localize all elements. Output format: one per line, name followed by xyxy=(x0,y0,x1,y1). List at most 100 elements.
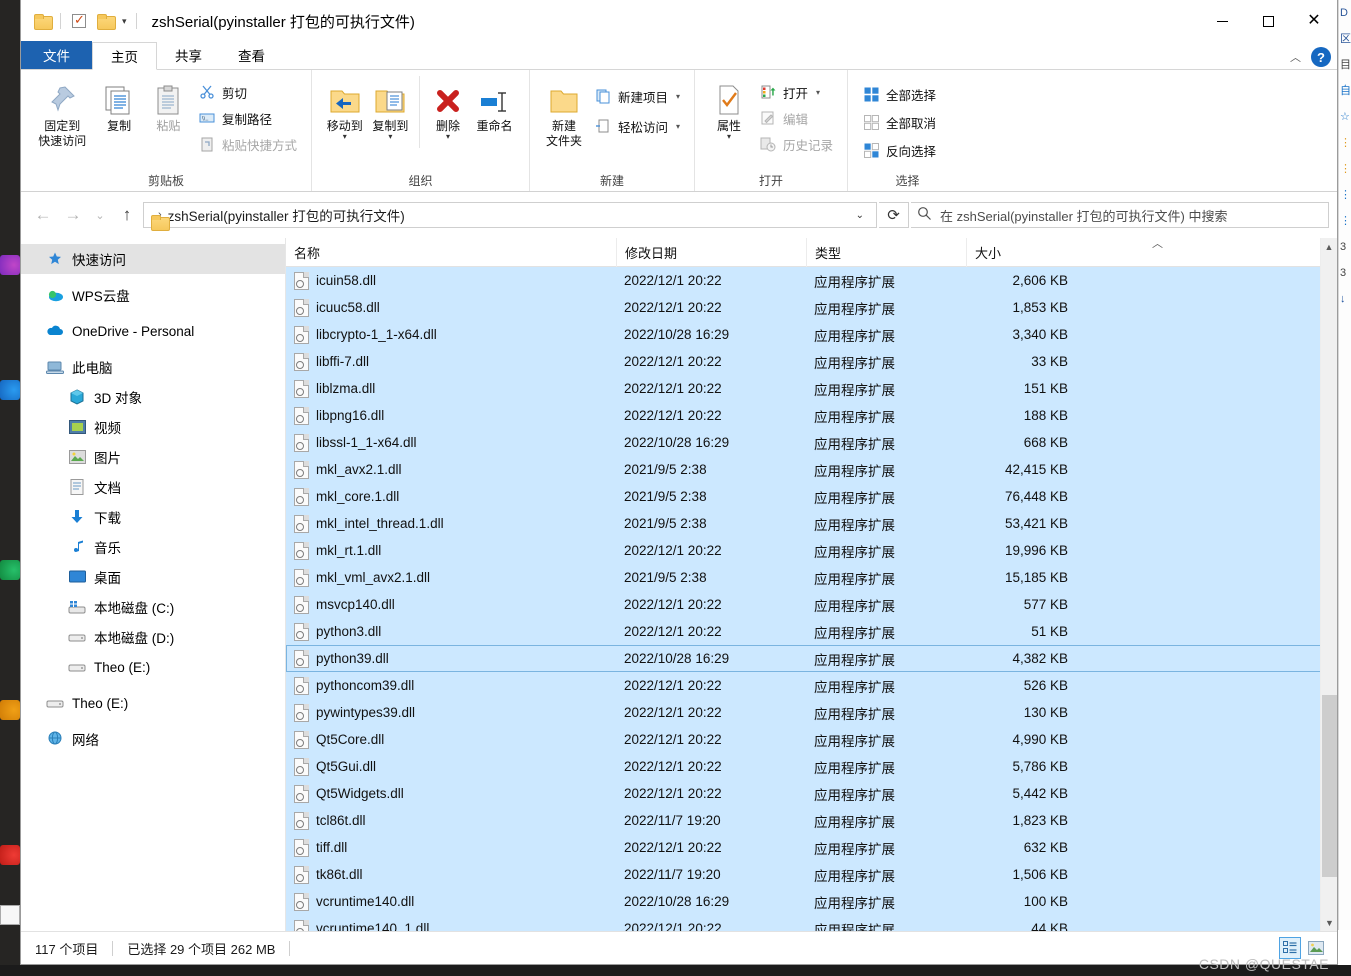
breadcrumb[interactable]: zshSerial(pyinstaller 打包的可执行文件) xyxy=(168,205,405,225)
table-row[interactable]: pywintypes39.dll 2022/12/1 20:22 应用程序扩展 130… xyxy=(286,699,1337,726)
table-row[interactable]: vcruntime140.dll 2022/10/28 16:29 应用程序扩展 10… xyxy=(286,888,1337,915)
table-row[interactable]: mkl_avx2.1.dll 2021/9/5 2:38 应用程序扩展 42,415 … xyxy=(286,456,1337,483)
table-row[interactable]: tcl86t.dll 2022/11/7 19:20 应用程序扩展 1,823 KB xyxy=(286,807,1337,834)
column-header-date[interactable]: 修改日期 xyxy=(616,237,806,267)
table-row[interactable]: python3.dll 2022/12/1 20:22 应用程序扩展 51 KB xyxy=(286,618,1337,645)
sidebar-item-this-pc[interactable]: 此电脑 xyxy=(21,352,285,382)
sidebar-item-documents[interactable]: 文档 xyxy=(21,472,285,502)
tab-view[interactable]: 查看 xyxy=(220,41,283,69)
sidebar-item-local-disk-c[interactable]: 本地磁盘 (C:) xyxy=(21,592,285,622)
column-header-size[interactable]: 大小 xyxy=(966,237,1076,267)
back-button[interactable]: ← xyxy=(29,201,57,229)
table-row[interactable]: Qt5Widgets.dll 2022/12/1 20:22 应用程序扩展 5,442… xyxy=(286,780,1337,807)
close-button[interactable]: ✕ xyxy=(1291,0,1337,42)
table-row[interactable]: icuin58.dll 2022/12/1 20:22 应用程序扩展 2,606 KB xyxy=(286,267,1337,294)
table-row[interactable]: Qt5Core.dll 2022/12/1 20:22 应用程序扩展 4,990 KB xyxy=(286,726,1337,753)
table-row[interactable]: mkl_rt.1.dll 2022/12/1 20:22 应用程序扩展 19,996 … xyxy=(286,537,1337,564)
scroll-up-arrow[interactable]: ▲ xyxy=(1321,238,1337,255)
tab-share[interactable]: 共享 xyxy=(157,41,220,69)
select-all-button[interactable]: 全部选择 xyxy=(858,82,940,106)
table-row[interactable]: pythoncom39.dll 2022/12/1 20:22 应用程序扩展 526 … xyxy=(286,672,1337,699)
copy-button[interactable]: 复制 xyxy=(95,76,142,134)
up-button[interactable]: ↑ xyxy=(113,201,141,229)
sidebar-item-music[interactable]: 音乐 xyxy=(21,532,285,562)
properties-checkbox-icon[interactable] xyxy=(66,8,92,34)
sidebar-item-downloads[interactable]: 下载 xyxy=(21,502,285,532)
table-row[interactable]: mkl_vml_avx2.1.dll 2021/9/5 2:38 应用程序扩展 15,… xyxy=(286,564,1337,591)
move-to-button[interactable]: 移动到 ▾ xyxy=(322,76,368,141)
table-row[interactable]: icuuc58.dll 2022/12/1 20:22 应用程序扩展 1,853 KB xyxy=(286,294,1337,321)
refresh-button[interactable]: ⟳ xyxy=(879,202,909,228)
paste-shortcut-button[interactable]: 粘贴快捷方式 xyxy=(194,132,301,156)
chevron-down-icon[interactable]: ▾ xyxy=(118,16,131,27)
table-row[interactable]: liblzma.dll 2022/12/1 20:22 应用程序扩展 151 KB xyxy=(286,375,1337,402)
sidebar-item-theo-e-child[interactable]: Theo (E:) xyxy=(21,652,285,682)
table-row[interactable]: Qt5Gui.dll 2022/12/1 20:22 应用程序扩展 5,786 KB xyxy=(286,753,1337,780)
details-view-button[interactable] xyxy=(1279,937,1301,959)
column-header-type[interactable]: 类型 xyxy=(806,237,966,267)
sidebar-item-local-disk-d[interactable]: 本地磁盘 (D:) xyxy=(21,622,285,652)
address-bar[interactable]: › zshSerial(pyinstaller 打包的可执行文件) ⌄ xyxy=(143,202,877,228)
select-none-button[interactable]: 全部取消 xyxy=(858,110,940,134)
vertical-scrollbar[interactable]: ▲ ▼ xyxy=(1320,238,1337,931)
chevron-down-icon[interactable]: ⌄ xyxy=(848,210,872,221)
large-icons-view-button[interactable] xyxy=(1305,937,1327,959)
new-folder-icon[interactable] xyxy=(92,8,118,34)
collapse-ribbon-icon[interactable]: ︿ xyxy=(1290,49,1301,65)
table-row[interactable]: msvcp140.dll 2022/12/1 20:22 应用程序扩展 577 KB xyxy=(286,591,1337,618)
sidebar-item-pictures[interactable]: 图片 xyxy=(21,442,285,472)
table-row[interactable]: mkl_intel_thread.1.dll 2021/9/5 2:38 应用程序扩… xyxy=(286,510,1337,537)
tab-file[interactable]: 文件 xyxy=(21,41,92,69)
chevron-down-icon[interactable]: ▾ xyxy=(816,88,820,97)
column-header-name[interactable]: 名称 xyxy=(286,238,616,267)
chevron-down-icon[interactable]: ▾ xyxy=(676,92,680,101)
desktop-icon xyxy=(67,567,87,587)
sidebar-item-3d-objects[interactable]: 3D 对象 xyxy=(21,382,285,412)
pin-to-quick-access-button[interactable]: 固定到 快速访问 xyxy=(31,76,93,149)
table-row[interactable]: libcrypto-1_1-x64.dll 2022/10/28 16:29 应用程… xyxy=(286,321,1337,348)
copy-to-button[interactable]: 复制到 ▾ xyxy=(368,76,414,141)
cut-button[interactable]: 剪切 xyxy=(194,80,301,104)
recent-locations-button[interactable]: ⌄ xyxy=(89,201,111,229)
scrollbar-thumb[interactable] xyxy=(1322,695,1337,877)
open-button[interactable]: 打开 ▾ xyxy=(755,80,837,104)
maximize-button[interactable] xyxy=(1245,0,1291,42)
sidebar-item-network[interactable]: 网络 xyxy=(21,724,285,754)
sidebar-item-theo-e[interactable]: Theo (E:) xyxy=(21,688,285,718)
minimize-button[interactable] xyxy=(1199,0,1245,42)
easy-access-button[interactable]: 轻松访问 ▾ xyxy=(590,114,684,138)
copy-path-button[interactable]: \\.. 复制路径 xyxy=(194,106,301,130)
help-icon[interactable]: ? xyxy=(1311,47,1331,67)
new-folder-button[interactable]: 新建 文件夹 xyxy=(540,76,588,149)
table-row[interactable]: tk86t.dll 2022/11/7 19:20 应用程序扩展 1,506 KB xyxy=(286,861,1337,888)
sidebar-item-onedrive[interactable]: OneDrive - Personal xyxy=(21,316,285,346)
delete-button[interactable]: 删除 ▾ xyxy=(426,76,470,141)
forward-button[interactable]: → xyxy=(59,201,87,229)
table-row[interactable]: python39.dll 2022/10/28 16:29 应用程序扩展 4,382 … xyxy=(286,645,1337,672)
table-row[interactable]: mkl_core.1.dll 2021/9/5 2:38 应用程序扩展 76,448 … xyxy=(286,483,1337,510)
chevron-down-icon[interactable]: ▾ xyxy=(388,133,392,141)
table-row[interactable]: libssl-1_1-x64.dll 2022/10/28 16:29 应用程序扩展… xyxy=(286,429,1337,456)
sidebar-item-videos[interactable]: 视频 xyxy=(21,412,285,442)
table-row[interactable]: libffi-7.dll 2022/12/1 20:22 应用程序扩展 33 KB xyxy=(286,348,1337,375)
properties-button[interactable]: 属性 ▾ xyxy=(705,76,753,141)
chevron-down-icon[interactable]: ▾ xyxy=(676,122,680,131)
new-item-button[interactable]: 新建项目 ▾ xyxy=(590,84,684,108)
tab-home[interactable]: 主页 xyxy=(92,42,157,70)
chevron-down-icon[interactable]: ▾ xyxy=(446,133,450,141)
rename-button[interactable]: 重命名 xyxy=(470,76,519,134)
sidebar-item-quick-access[interactable]: 快速访问 xyxy=(21,244,285,274)
search-box[interactable]: 在 zshSerial(pyinstaller 打包的可执行文件) 中搜索 xyxy=(911,202,1329,228)
sidebar-item-wps-cloud[interactable]: WPS云盘 xyxy=(21,280,285,310)
history-button[interactable]: 历史记录 xyxy=(755,132,837,156)
paste-button[interactable]: 粘贴 xyxy=(145,76,192,134)
table-row[interactable]: libpng16.dll 2022/12/1 20:22 应用程序扩展 188 KB xyxy=(286,402,1337,429)
scroll-down-arrow[interactable]: ▼ xyxy=(1321,914,1338,931)
table-row[interactable]: tiff.dll 2022/12/1 20:22 应用程序扩展 632 KB xyxy=(286,834,1337,861)
edit-button[interactable]: 编辑 xyxy=(755,106,837,130)
chevron-down-icon[interactable]: ▾ xyxy=(343,133,347,141)
table-row[interactable]: vcruntime140_1.dll 2022/12/1 20:22 应用程序扩展 4… xyxy=(286,915,1337,931)
sidebar-item-desktop[interactable]: 桌面 xyxy=(21,562,285,592)
chevron-down-icon[interactable]: ▾ xyxy=(727,133,731,141)
invert-selection-button[interactable]: 反向选择 xyxy=(858,138,940,162)
